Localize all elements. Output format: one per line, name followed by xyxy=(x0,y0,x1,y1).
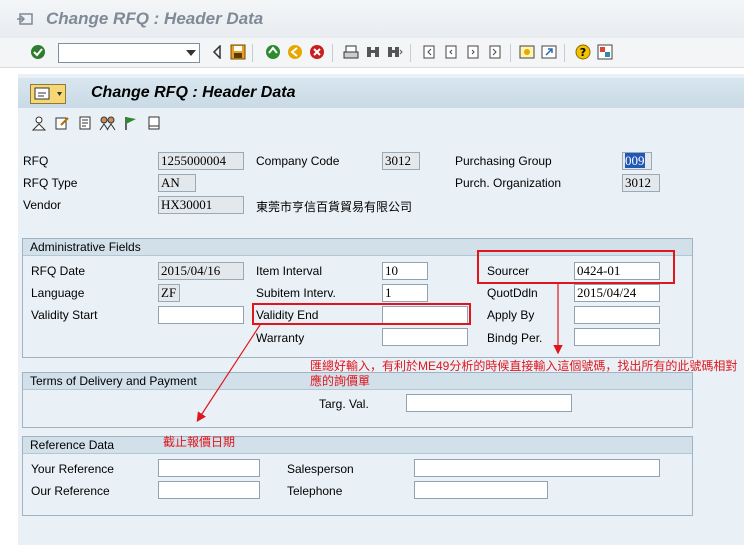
next-page-icon[interactable] xyxy=(464,43,482,61)
find-next-icon[interactable] xyxy=(386,43,404,61)
svg-text:?: ? xyxy=(580,46,586,59)
enter-icon[interactable] xyxy=(29,43,47,61)
title-bar: Change RFQ : Header Data xyxy=(0,0,744,38)
back-nav-icon[interactable] xyxy=(286,43,304,61)
standard-toolbar: ? xyxy=(0,38,744,68)
window-title: Change RFQ : Header Data xyxy=(46,9,264,28)
first-page-icon[interactable] xyxy=(420,43,438,61)
cancel-icon[interactable] xyxy=(308,43,326,61)
shortcut-icon[interactable] xyxy=(540,43,558,61)
menu-exit-icon[interactable] xyxy=(16,12,36,26)
main-content: Change RFQ : Header Data RFQ 1255000004 … xyxy=(18,74,744,545)
validity-end-arrow xyxy=(196,324,261,423)
save-icon[interactable] xyxy=(229,43,247,61)
exit-icon[interactable] xyxy=(264,43,282,61)
chevron-down-icon[interactable] xyxy=(186,50,196,56)
layout-icon[interactable] xyxy=(596,43,614,61)
command-field[interactable] xyxy=(58,43,200,63)
last-page-icon[interactable] xyxy=(486,43,504,61)
help-icon[interactable]: ? xyxy=(574,43,592,61)
prev-page-icon[interactable] xyxy=(442,43,460,61)
print-icon[interactable] xyxy=(342,43,360,61)
annotation-arrows xyxy=(196,284,563,423)
new-session-icon[interactable] xyxy=(518,43,536,61)
back-icon[interactable] xyxy=(208,43,226,61)
find-icon[interactable] xyxy=(364,43,382,61)
